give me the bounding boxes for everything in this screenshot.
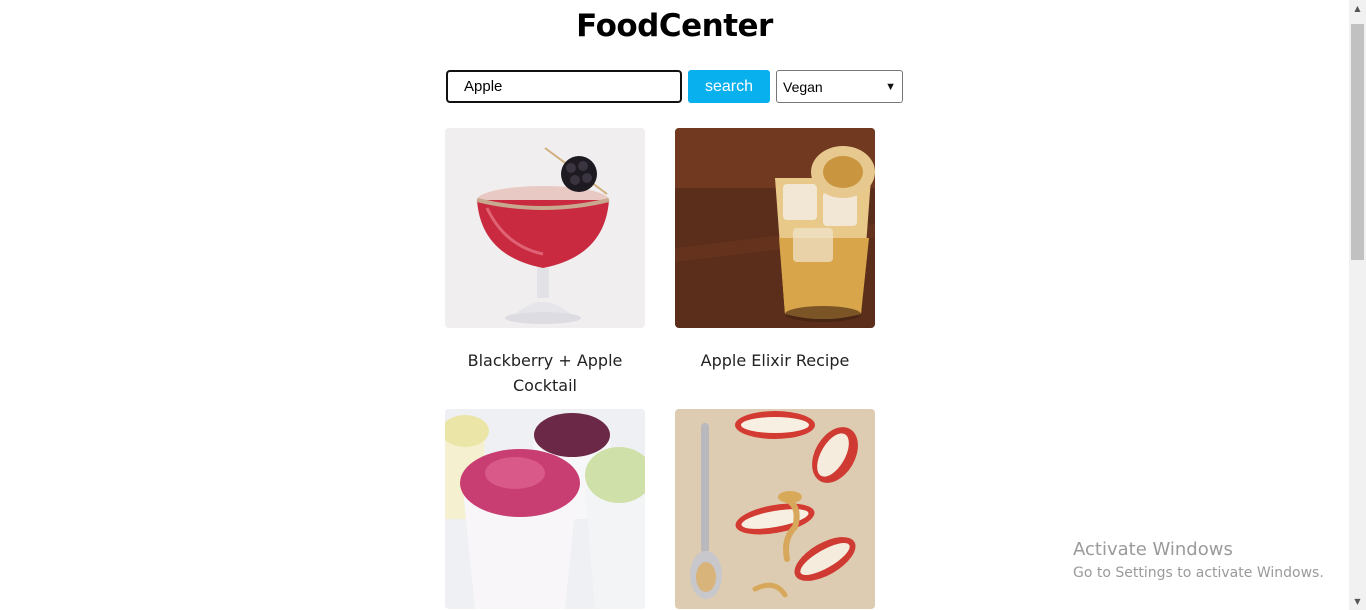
search-input[interactable] xyxy=(446,70,682,103)
diet-select[interactable]: Vegan ▼ xyxy=(776,70,903,103)
search-button[interactable]: search xyxy=(688,70,770,103)
search-bar: search Vegan ▼ xyxy=(446,70,903,103)
recipe-image[interactable] xyxy=(675,128,875,328)
scroll-down-icon[interactable]: ▼ xyxy=(1349,593,1366,610)
scrollbar-thumb[interactable] xyxy=(1351,24,1364,260)
recipe-card[interactable]: Apple Elixir Recipe xyxy=(675,128,875,373)
chevron-down-icon: ▼ xyxy=(885,80,896,93)
recipe-image[interactable] xyxy=(675,409,875,609)
vertical-scrollbar[interactable]: ▲ ▼ xyxy=(1349,0,1366,610)
recipe-card[interactable]: Blackberry + Apple Cocktail xyxy=(445,128,645,398)
recipe-name[interactable]: Blackberry + Apple Cocktail xyxy=(445,348,645,398)
page: FoodCenter search Vegan ▼ xyxy=(0,0,1349,610)
activate-windows-watermark: Activate Windows Go to Settings to activ… xyxy=(1073,538,1324,583)
watermark-line1: Activate Windows xyxy=(1073,539,1233,560)
app-title: FoodCenter xyxy=(576,8,773,44)
recipe-card[interactable] xyxy=(675,409,875,610)
scroll-up-icon[interactable]: ▲ xyxy=(1349,0,1366,17)
watermark-line2: Go to Settings to activate Windows. xyxy=(1073,565,1324,581)
recipe-card[interactable] xyxy=(445,409,645,610)
recipe-name[interactable]: Apple Elixir Recipe xyxy=(675,348,875,373)
recipe-image[interactable] xyxy=(445,128,645,328)
diet-select-value: Vegan xyxy=(783,78,823,95)
recipe-image[interactable] xyxy=(445,409,645,609)
